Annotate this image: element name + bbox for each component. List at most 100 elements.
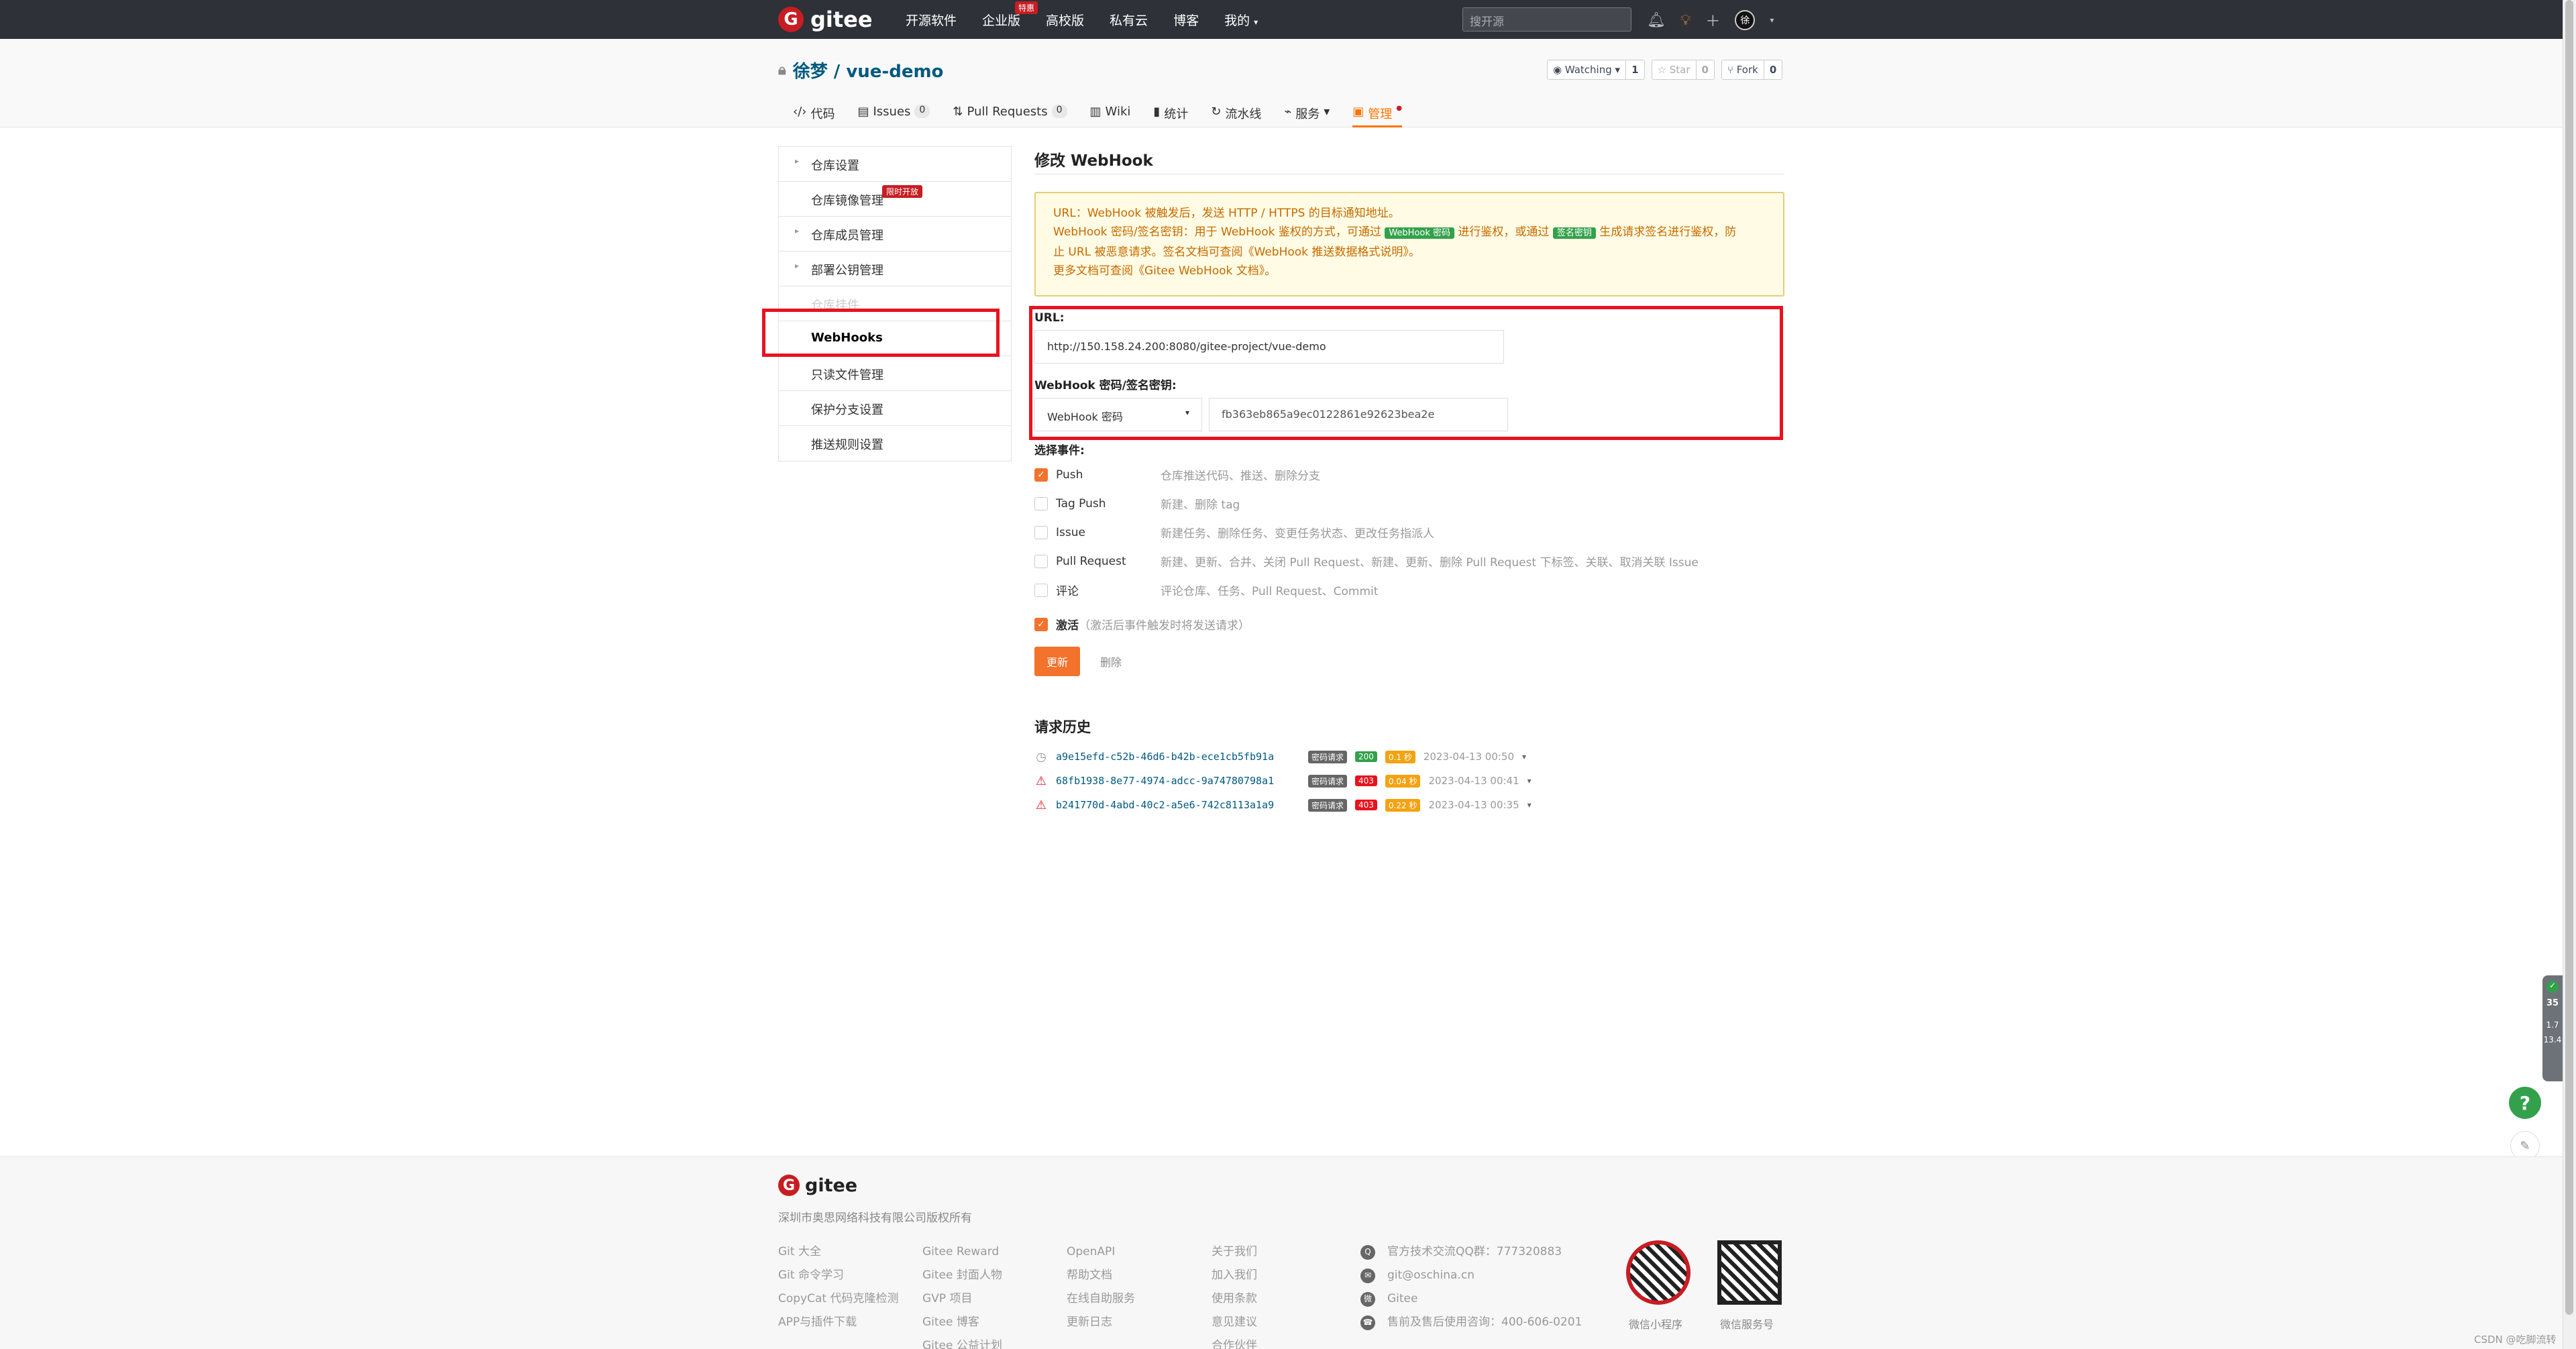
repo-header: 🔒︎ 徐梦 / vue-demo ◉ Watching ▾ 1 ☆ Star 0 ⑂… — [0, 39, 2563, 127]
history-title: 请求历史 — [1034, 719, 1091, 735]
footer-col-1: Git 大全 Git 命令学习 CopyCat 代码克隆检测 APP与插件下载 — [778, 1245, 899, 1329]
tag-webhook-password: WebHook 密码 — [1385, 227, 1455, 239]
tab-manage[interactable]: ▣ 管理 ● — [1352, 98, 1403, 127]
history-row[interactable]: ◷ a9e15efd-c52b-46d6-b42b-ece1cb5fb91a 密… — [1034, 745, 1784, 769]
event-issue: Issue 新建任务、删除任务、变更任务状态、更改任务指派人 — [1034, 518, 1784, 547]
nav-mine[interactable]: 我的 ▾ — [1224, 11, 1258, 29]
wiki-icon: ▥ — [1089, 105, 1102, 119]
checkbox-tag-push[interactable] — [1034, 496, 1048, 510]
update-button[interactable]: 更新 — [1034, 647, 1081, 676]
qq-icon: Q — [1360, 1244, 1375, 1260]
events-label: 选择事件: — [1034, 444, 1085, 457]
checkbox-comment[interactable] — [1034, 583, 1048, 597]
nav-education[interactable]: 高校版 — [1046, 11, 1084, 29]
settings-sidebar: ▸ 仓库设置 仓库镜像管理 限时开放 ▸ 仓库成员管理 ▸ 部署公钥管理 仓库挂件 We… — [778, 146, 1012, 462]
sidebar-item-push-rules[interactable]: 推送规则设置 — [779, 426, 1011, 461]
scrollbar[interactable] — [2563, 0, 2576, 1349]
help-button[interactable]: ? — [2509, 1087, 2541, 1119]
bulb-icon[interactable]: 💡︎ — [1680, 12, 1690, 29]
event-tag-push: Tag Push 新建、删除 tag — [1034, 489, 1784, 518]
history-row[interactable]: ⚠︎ 68fb1938-8e77-4974-adcc-9a74780798a1 … — [1034, 769, 1784, 793]
plus-icon[interactable]: ＋ — [1705, 9, 1720, 31]
caret-right-icon: ▸ — [795, 226, 800, 235]
chevron-down-icon[interactable]: ▾ — [1770, 15, 1774, 25]
phone-icon: ☎ — [1360, 1315, 1375, 1330]
limited-badge: 限时开放 — [882, 185, 923, 198]
footer-logo: Ggitee — [778, 1175, 857, 1196]
tab-services[interactable]: ⌁ 服务 ▾ — [1284, 98, 1330, 127]
tab-pipeline[interactable]: ↻ 流水线 — [1211, 98, 1261, 127]
sidebar-item-repo-settings[interactable]: ▸ 仓库设置 — [779, 147, 1011, 182]
caret-down-icon[interactable]: ▾ — [1522, 752, 1526, 761]
speed-widget[interactable]: ✓ 35 1.7 13.4 — [2542, 975, 2563, 1081]
footer-col-4: 关于我们 加入我们 使用条款 意见建议 合作伙伴 — [1212, 1245, 1257, 1349]
nav-enterprise[interactable]: 企业版 特惠 — [982, 1, 1038, 29]
search-input[interactable]: 搜开源 — [1462, 7, 1631, 32]
eye-icon: ◉ — [1553, 64, 1565, 76]
sidebar-item-members[interactable]: ▸ 仓库成员管理 — [779, 217, 1011, 252]
tab-code[interactable]: ‹/› 代码 — [793, 98, 835, 127]
repo-title: 🔒︎ 徐梦 / vue-demo — [778, 62, 944, 82]
bell-icon[interactable]: 🔔︎ — [1647, 12, 1666, 29]
checkbox-issue[interactable] — [1034, 525, 1048, 539]
code-icon: ‹/› — [793, 105, 807, 119]
enterprise-badge: 特惠 — [1015, 1, 1038, 14]
pull-request-icon: ⇅ — [953, 105, 963, 119]
chart-icon: ▮ — [1153, 105, 1161, 119]
caret-down-icon[interactable]: ▾ — [1527, 776, 1532, 786]
checkbox-active[interactable]: ✓ — [1034, 617, 1048, 631]
footer-col-3: OpenAPI 帮助文档 在线自助服务 更新日志 — [1067, 1245, 1135, 1329]
star-button[interactable]: ☆ Star 0 — [1651, 60, 1715, 80]
nav-open-source[interactable]: 开源软件 — [906, 11, 957, 29]
weibo-icon: 微 — [1360, 1291, 1375, 1307]
warning-icon: ⚠︎ — [1035, 773, 1047, 788]
page-title: 修改 WebHook — [1034, 146, 1784, 174]
wechat-qr — [1717, 1240, 1782, 1305]
checkbox-push[interactable]: ✓ — [1034, 468, 1048, 482]
warning-icon: ⚠︎ — [1035, 798, 1047, 812]
highlight-box-form — [1029, 306, 1783, 440]
gitee-logo-icon: G — [778, 7, 804, 32]
history-row[interactable]: ⚠︎ b241770d-4abd-40c2-a5e6-742c8113a1a9 … — [1034, 793, 1784, 817]
star-icon: ☆ — [1657, 64, 1670, 76]
caret-right-icon: ▸ — [795, 261, 800, 270]
repo-tabs: ‹/› 代码 ▤ Issues 0 ⇅ Pull Requests 0 ▥ Wiki ▮ 统计… — [793, 98, 1403, 127]
checkbox-pull-request[interactable] — [1034, 554, 1048, 568]
clock-icon: ◷ — [1036, 749, 1046, 764]
services-icon: ⌁ — [1284, 105, 1292, 119]
highlight-box-webhooks — [762, 309, 1000, 357]
mail-icon: ✉ — [1360, 1268, 1375, 1283]
event-comment: 评论 评论仓库、任务、Pull Request、Commit — [1034, 576, 1784, 604]
top-navbar: G gitee 开源软件 企业版 特惠 高校版 私有云 博客 我的 ▾ 搜开源 🔔… — [0, 0, 2576, 39]
lock-icon: 🔒︎ — [778, 62, 786, 78]
history-list: ◷ a9e15efd-c52b-46d6-b42b-ece1cb5fb91a 密… — [1034, 745, 1784, 817]
watch-button[interactable]: ◉ Watching ▾ 1 — [1547, 60, 1645, 80]
fork-icon: ⑂ — [1727, 64, 1737, 76]
sidebar-item-readonly-files[interactable]: 只读文件管理 — [779, 356, 1011, 391]
tab-pull-requests[interactable]: ⇅ Pull Requests 0 — [953, 98, 1067, 127]
footer-col-2: Gitee Reward Gitee 封面人物 GVP 项目 Gitee 博客 Gite… — [922, 1245, 1002, 1349]
gitee-logo[interactable]: G gitee — [778, 7, 873, 32]
delete-button[interactable]: 删除 — [1100, 653, 1122, 669]
sidebar-item-deploy-keys[interactable]: ▸ 部署公钥管理 — [779, 252, 1011, 286]
footer-contact: Q 官方技术交流QQ群：777320883 ✉ git@oschina.cn 微 Gi… — [1360, 1240, 1582, 1334]
info-notice: URL：WebHook 被触发后，发送 HTTP / HTTPS 的目标通知地址… — [1034, 192, 1784, 296]
nav-blog[interactable]: 博客 — [1173, 11, 1199, 29]
scrollbar-thumb[interactable] — [2565, 0, 2573, 1315]
tab-wiki[interactable]: ▥ Wiki — [1090, 98, 1131, 127]
footer: Ggitee 深圳市奥思网络科技有限公司版权所有 Git 大全 Git 命令学习 C… — [0, 1156, 2563, 1349]
fork-button[interactable]: ⑂ Fork 0 — [1721, 60, 1783, 80]
tab-stats[interactable]: ▮ 统计 — [1153, 98, 1188, 127]
avatar[interactable]: 徐 — [1735, 10, 1756, 30]
miniprogram-qr — [1626, 1240, 1690, 1305]
gitee-logo-icon: G — [778, 1175, 800, 1196]
manage-icon: ▣ — [1352, 105, 1364, 119]
watermark: CSDN @吃脚流转 — [2474, 1334, 2557, 1346]
caret-down-icon[interactable]: ▾ — [1527, 800, 1532, 810]
sidebar-item-protected-branches[interactable]: 保护分支设置 — [779, 391, 1011, 426]
caret-right-icon: ▸ — [795, 156, 800, 166]
top-icons: 🔔︎ 💡︎ ＋ 徐 ▾ — [1647, 9, 1774, 31]
sidebar-item-mirror[interactable]: 仓库镜像管理 限时开放 — [779, 182, 1011, 217]
nav-private-cloud[interactable]: 私有云 — [1110, 11, 1148, 29]
tab-issues[interactable]: ▤ Issues 0 — [857, 98, 930, 127]
